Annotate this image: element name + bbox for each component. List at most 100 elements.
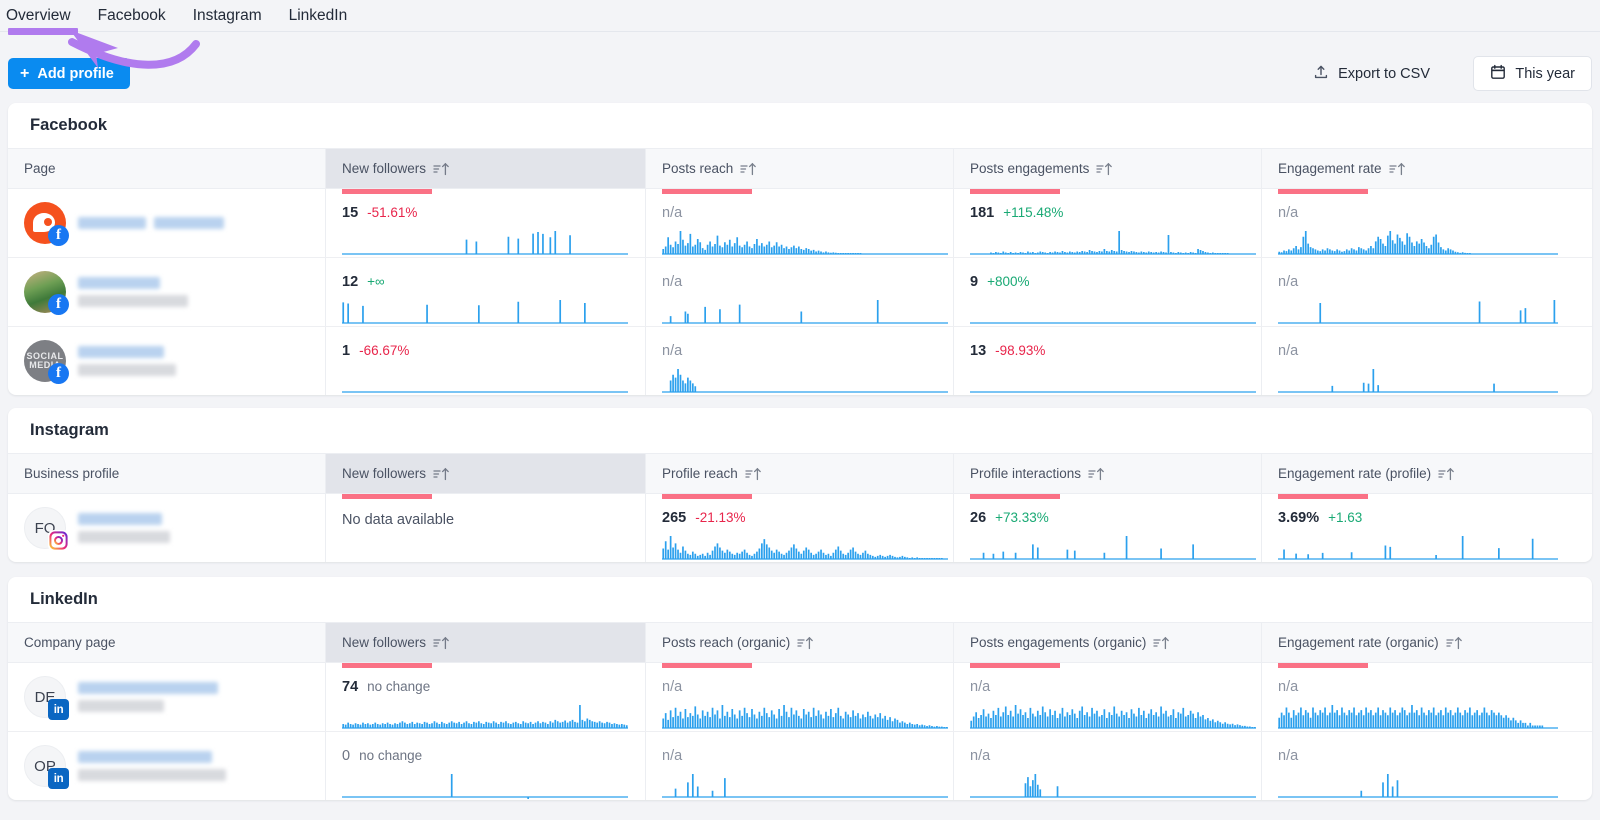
facebook-badge-icon: f (48, 225, 69, 246)
add-profile-button[interactable]: + Add profile (8, 58, 130, 89)
table-row[interactable]: f 12 +∞ n/a 9 +800% n/a (8, 258, 1592, 327)
metric-cell-new-followers: No data available (326, 494, 646, 562)
table-row[interactable]: OP in 0 no change n/a n/a n/a (8, 732, 1592, 800)
tab-instagram[interactable]: Instagram (193, 0, 262, 31)
sparkline-chart (342, 300, 628, 324)
profile-cell[interactable]: OP in (8, 732, 326, 800)
column-header-label: Posts engagements (970, 161, 1090, 176)
metric-delta: -98.93% (995, 343, 1046, 358)
profile-cell[interactable]: DE in (8, 663, 326, 731)
export-label: Export to CSV (1338, 65, 1430, 82)
metric-cell-posts-reach: n/a (646, 258, 954, 326)
sparkline-chart (970, 774, 1256, 798)
metric-cell-posts-engagements: 13 -98.93% (954, 327, 1262, 395)
metric-cell-posts-engagements-organic: n/a (954, 732, 1262, 800)
sparkline-chart (970, 705, 1256, 729)
column-header-label: Engagement rate (1278, 161, 1382, 176)
metric-value: n/a (1278, 274, 1299, 290)
metric-value: 13 (970, 343, 987, 359)
column-header-posts-engagements[interactable]: Posts engagements (954, 149, 1262, 188)
sort-icon[interactable] (1088, 467, 1105, 481)
column-accent-bar (1278, 189, 1368, 194)
metric-value: n/a (970, 748, 991, 764)
profile-name-redacted (78, 682, 218, 712)
column-header-label: Engagement rate (profile) (1278, 466, 1432, 481)
column-header-label: Business profile (24, 466, 120, 481)
sort-icon[interactable] (1438, 467, 1455, 481)
metric-delta: +73.33% (995, 510, 1049, 525)
sort-icon[interactable] (1153, 636, 1170, 650)
metric-delta: no change (367, 679, 431, 694)
metric-value: n/a (662, 679, 683, 695)
tab-overview[interactable]: Overview (6, 0, 71, 31)
sort-icon[interactable] (797, 636, 814, 650)
profile-name-redacted (78, 513, 170, 543)
metric-cell-new-followers: 1 -66.67% (326, 327, 646, 395)
table-row[interactable]: f 15 -51.61% n/a 181 +115.48% n/a (8, 189, 1592, 258)
metric-value: n/a (662, 274, 683, 290)
column-header-label: New followers (342, 635, 427, 650)
add-profile-label: Add profile (37, 65, 114, 82)
tab-linkedin[interactable]: LinkedIn (289, 0, 348, 31)
sort-icon[interactable] (433, 162, 450, 176)
column-header-engagement-rate-profile[interactable]: Engagement rate (profile) (1262, 454, 1592, 493)
plus-icon: + (20, 64, 30, 82)
column-header-label: Page (24, 161, 56, 176)
metric-cell-posts-engagements: 9 +800% (954, 258, 1262, 326)
sparkline-chart (662, 300, 948, 324)
profile-cell[interactable]: SOCIAL MEDIA f (8, 327, 326, 395)
metric-value: 0 (342, 748, 351, 764)
column-header-engagement-rate[interactable]: Engagement rate (1262, 149, 1592, 188)
column-accent-bar (662, 494, 752, 499)
date-range-label: This year (1515, 65, 1575, 82)
sort-icon[interactable] (433, 467, 450, 481)
sparkline-chart (342, 231, 628, 255)
sparkline-chart (970, 322, 1256, 324)
sort-icon[interactable] (745, 467, 762, 481)
column-header-profile-reach[interactable]: Profile reach (646, 454, 954, 493)
column-header-label: New followers (342, 161, 427, 176)
sort-icon[interactable] (433, 636, 450, 650)
metric-cell-new-followers: 74 no change (326, 663, 646, 731)
metric-cell-profile-reach: 265 -21.13% (646, 494, 954, 562)
table-row[interactable]: DE in 74 no change n/a n/a n/a (8, 663, 1592, 732)
table-header-row: Page New followers Posts reach Posts engage… (8, 148, 1592, 189)
metric-cell-posts-reach-organic: n/a (646, 663, 954, 731)
column-header-label: Engagement rate (organic) (1278, 635, 1439, 650)
table-row[interactable]: SOCIAL MEDIA f 1 -66.67% n/a 13 -98.93% n/a (8, 327, 1592, 395)
column-header-posts-reach[interactable]: Posts reach (646, 149, 954, 188)
sparkline-chart (342, 705, 628, 729)
table-row[interactable]: FO No data available 265 -21.13% 26 +73.33% 3.… (8, 494, 1592, 562)
column-header-new-followers[interactable]: New followers (326, 149, 646, 188)
sort-icon[interactable] (1096, 162, 1113, 176)
metric-value: n/a (662, 748, 683, 764)
date-range-picker[interactable]: This year (1473, 56, 1592, 91)
export-to-csv-button[interactable]: Export to CSV (1313, 58, 1430, 89)
sparkline-chart (662, 774, 948, 798)
column-accent-bar (342, 663, 432, 668)
column-header-posts-reach-organic[interactable]: Posts reach (organic) (646, 623, 954, 662)
metric-cell-engagement-rate: n/a (1262, 258, 1592, 326)
column-header-page: Page (8, 149, 326, 188)
social-analytics-overview-page: Overview Facebook Instagram LinkedIn + A… (0, 0, 1600, 820)
sort-icon[interactable] (1445, 636, 1463, 650)
tab-facebook[interactable]: Facebook (98, 0, 166, 31)
column-header-new-followers[interactable]: New followers (326, 623, 646, 662)
sort-icon[interactable] (740, 162, 757, 176)
column-accent-bar (970, 494, 1060, 499)
upload-icon (1313, 64, 1329, 84)
section-card-linkedin: LinkedIn Company page New followers Posts r… (8, 577, 1592, 800)
metric-cell-new-followers: 12 +∞ (326, 258, 646, 326)
column-header-engagement-rate-organic[interactable]: Engagement rate (organic) (1262, 623, 1592, 662)
profile-cell[interactable]: f (8, 189, 326, 257)
profile-cell[interactable]: f (8, 258, 326, 326)
column-header-label: Profile interactions (970, 466, 1082, 481)
column-header-profile-interactions[interactable]: Profile interactions (954, 454, 1262, 493)
column-header-posts-engagements-organic[interactable]: Posts engagements (organic) (954, 623, 1262, 662)
sort-icon[interactable] (1388, 162, 1406, 176)
column-header-new-followers[interactable]: New followers (326, 454, 646, 493)
metric-cell-profile-interactions: 26 +73.33% (954, 494, 1262, 562)
metric-value: 9 (970, 274, 979, 290)
facebook-badge-icon: f (48, 363, 69, 384)
profile-cell[interactable]: FO (8, 494, 326, 562)
